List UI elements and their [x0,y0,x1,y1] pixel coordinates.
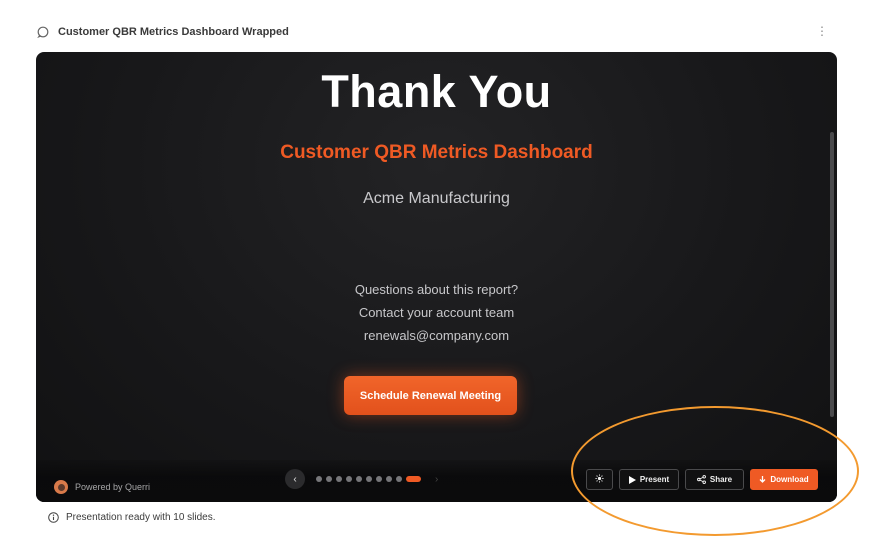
slide-dot-9[interactable] [396,476,402,482]
slide-dot-5[interactable] [356,476,362,482]
slide-dot-6[interactable] [366,476,372,482]
powered-by-label: Powered by Querri [75,482,151,492]
slide-dot-8[interactable] [386,476,392,482]
slide-dot-4[interactable] [346,476,352,482]
querri-logo-icon [54,480,68,494]
slide-viewport: Thank You Customer QBR Metrics Dashboard… [36,52,837,502]
contact-email[interactable]: renewals@company.com [36,324,837,347]
slide-dot-2[interactable] [326,476,332,482]
status-text: Presentation ready with 10 slides. [66,512,216,523]
info-icon [48,512,59,523]
play-icon [628,475,636,484]
slide-dot-3[interactable] [336,476,342,482]
more-vertical-icon[interactable]: ⋮ [816,24,828,38]
sun-icon [595,474,604,485]
company-name: Acme Manufacturing [363,190,510,207]
share-label: Share [709,475,733,484]
download-label: Download [770,475,809,484]
download-button[interactable]: Download [750,469,818,490]
contact-line: Contact your account team [358,305,515,320]
next-slide-button[interactable]: › [435,474,438,485]
presentation-controls: Present Share Download [586,469,818,490]
present-label: Present [639,475,670,484]
slide-dot-1[interactable] [316,476,322,482]
contact-block: Questions about this report? Contact you… [36,278,837,347]
page-title: Customer QBR Metrics Dashboard Wrapped [58,26,289,38]
download-icon [759,475,766,484]
status-bar: Presentation ready with 10 slides. [48,512,216,523]
powered-by: Powered by Querri [54,480,150,494]
slide-dot-10-active[interactable] [406,476,421,482]
schedule-renewal-button[interactable]: Schedule Renewal Meeting [344,376,517,415]
previous-slide-button[interactable]: ‹ [285,469,305,489]
slide-subtitle: Customer QBR Metrics Dashboard [280,142,593,163]
slide-title: Thank You [321,66,552,117]
slide-scrollbar[interactable] [830,132,834,417]
share-button[interactable]: Share [685,469,744,490]
slide-navigation: ‹ › [285,469,438,489]
chat-bubble-icon [36,25,50,39]
slide-dot-7[interactable] [376,476,382,482]
presentation-header: Customer QBR Metrics Dashboard Wrapped ⋮ [36,22,836,42]
share-icon [696,475,706,484]
contact-line: Questions about this report? [354,282,519,297]
theme-toggle-button[interactable] [586,469,613,490]
present-button[interactable]: Present [619,469,679,490]
